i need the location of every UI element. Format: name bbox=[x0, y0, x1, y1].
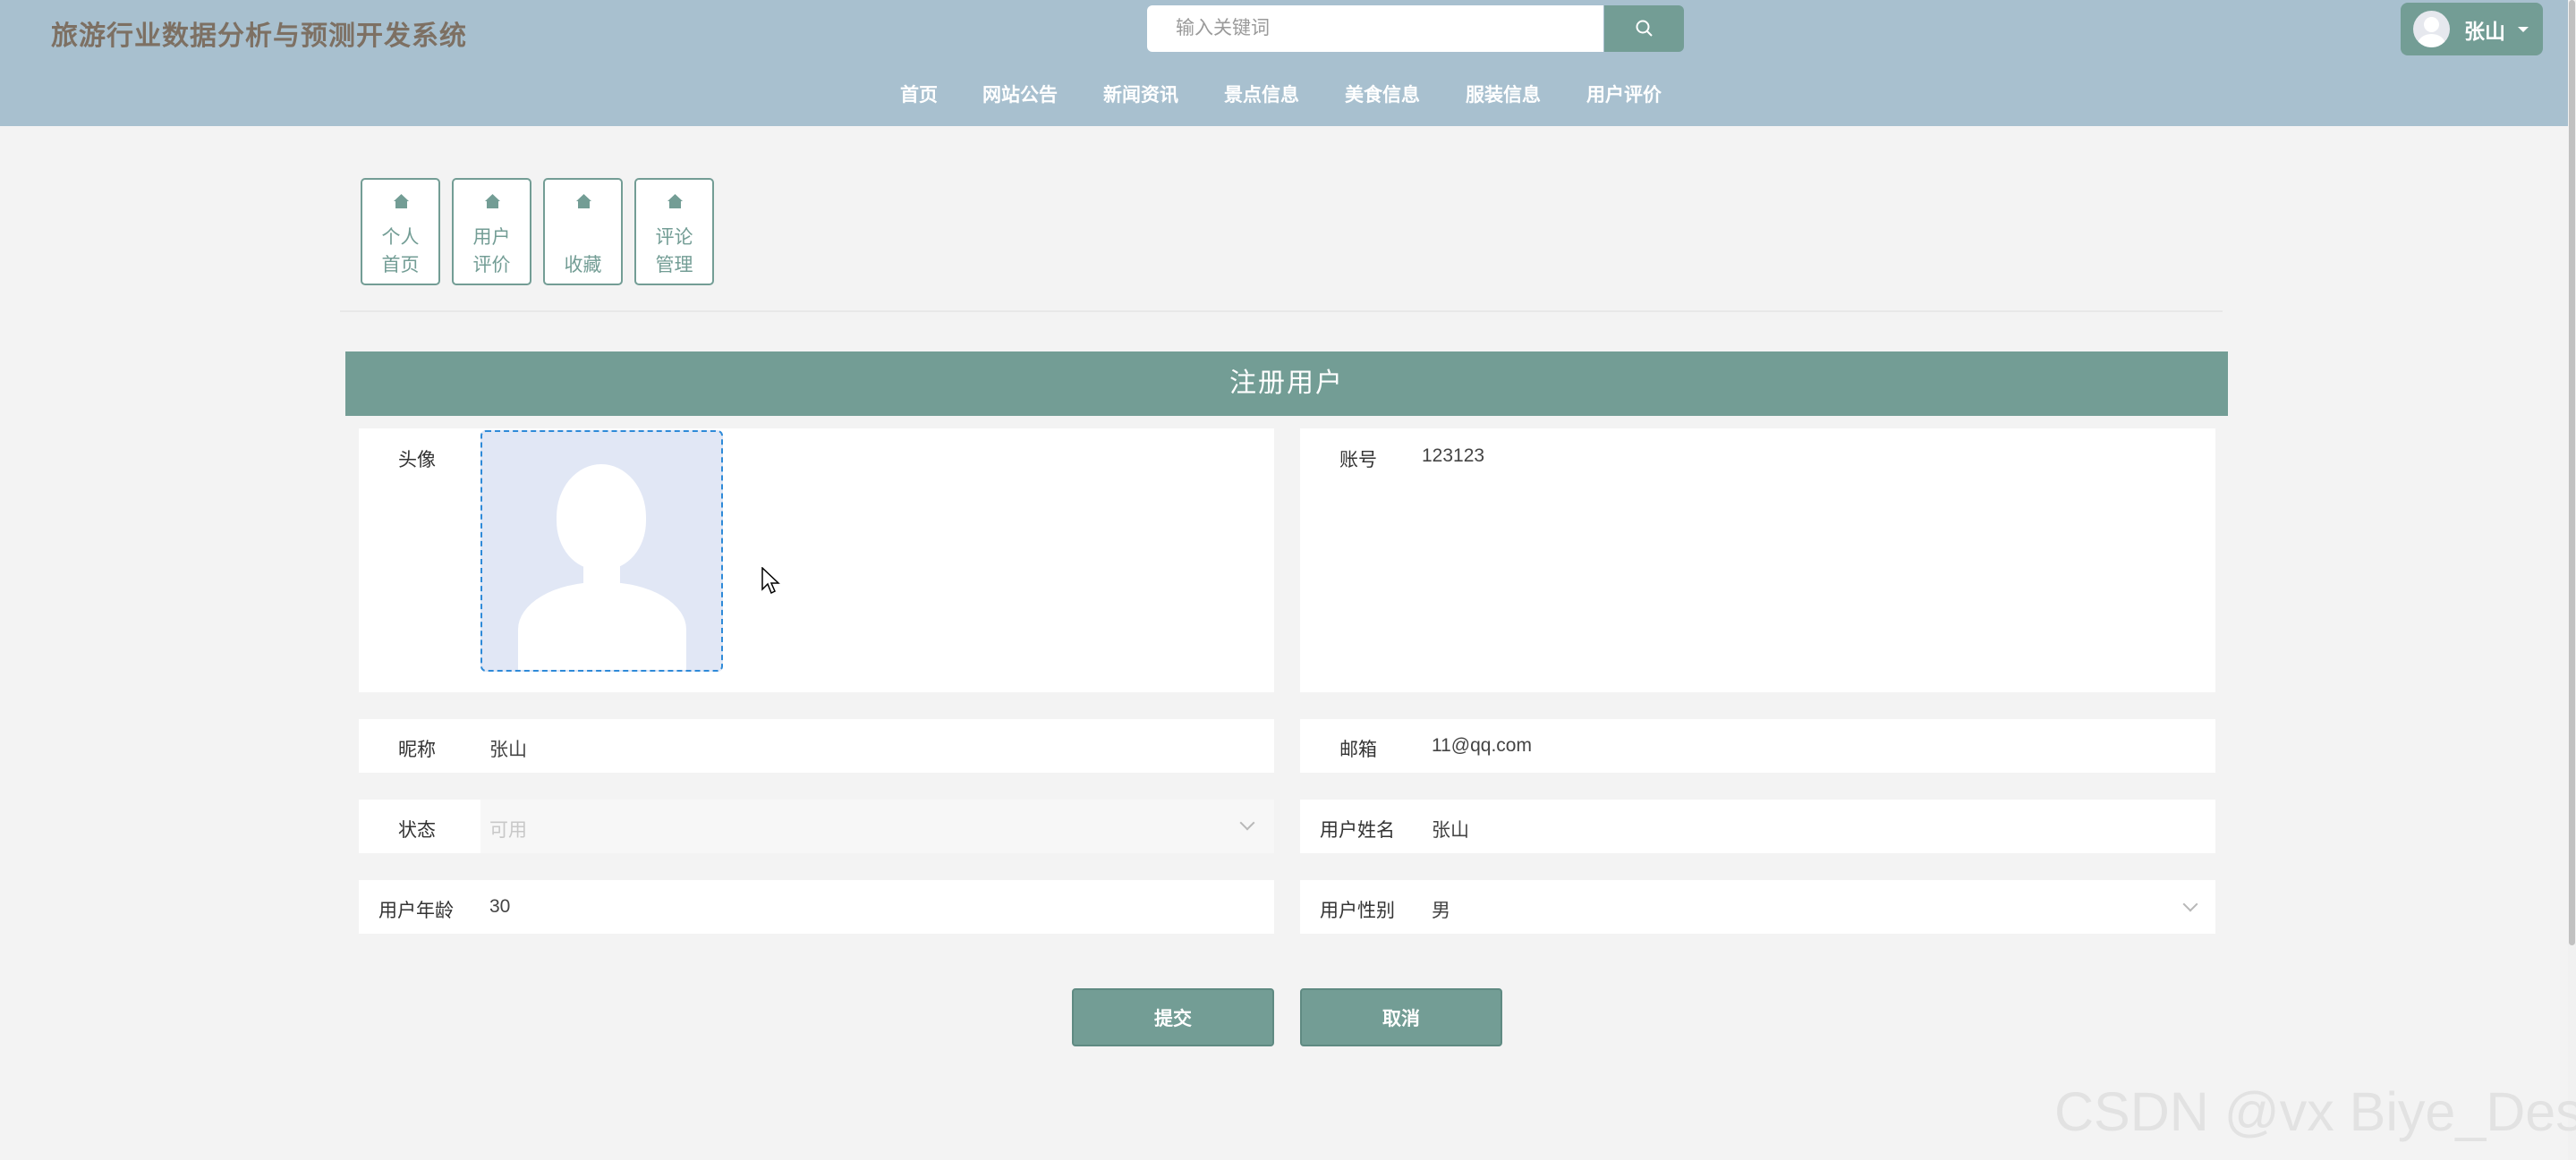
nav-attractions[interactable]: 景点信息 bbox=[1224, 80, 1299, 107]
status-value: 可用 bbox=[489, 820, 527, 841]
account-panel bbox=[1300, 428, 2215, 692]
tile-user-reviews[interactable]: 用户 评价 bbox=[452, 178, 531, 285]
age-label: 用户年龄 bbox=[378, 901, 454, 921]
gender-select[interactable]: 男 bbox=[1432, 896, 1450, 923]
realname-input[interactable]: 张山 bbox=[1432, 816, 1469, 842]
status-select[interactable]: 可用 bbox=[480, 800, 1274, 853]
home-icon bbox=[576, 194, 591, 208]
tile-label-line2: 管理 bbox=[655, 255, 693, 275]
chevron-down-icon bbox=[1239, 815, 1255, 831]
submit-button[interactable]: 提交 bbox=[1072, 988, 1274, 1046]
user-menu-button[interactable]: 张山 bbox=[2401, 3, 2543, 55]
nav-user-reviews[interactable]: 用户评价 bbox=[1586, 80, 1662, 107]
status-label: 状态 bbox=[398, 820, 436, 841]
nav-clothing[interactable]: 服装信息 bbox=[1466, 80, 1541, 107]
mouse-cursor-icon bbox=[761, 567, 780, 595]
gender-label: 用户性别 bbox=[1320, 901, 1395, 921]
nickname-label: 昵称 bbox=[398, 740, 436, 760]
tile-personal-home[interactable]: 个人 首页 bbox=[361, 178, 440, 285]
tile-label-line2: 收藏 bbox=[564, 255, 602, 275]
cancel-button[interactable]: 取消 bbox=[1300, 988, 1502, 1046]
nav-news[interactable]: 新闻资讯 bbox=[1103, 80, 1178, 107]
nickname-input[interactable]: 张山 bbox=[489, 735, 527, 762]
home-icon bbox=[667, 194, 683, 208]
user-name: 张山 bbox=[2464, 19, 2505, 43]
form-title: 注册用户 bbox=[345, 351, 2228, 416]
home-icon bbox=[394, 194, 409, 208]
age-input[interactable]: 30 bbox=[489, 896, 510, 918]
nav-announcements[interactable]: 网站公告 bbox=[982, 80, 1058, 107]
page-scrollbar[interactable] bbox=[2568, 0, 2576, 1160]
search-icon bbox=[1636, 20, 1653, 37]
nav-home[interactable]: 首页 bbox=[900, 80, 938, 107]
avatar-upload[interactable] bbox=[480, 430, 723, 672]
realname-label: 用户姓名 bbox=[1320, 820, 1395, 841]
tile-label-line2: 首页 bbox=[381, 255, 420, 275]
email-label: 邮箱 bbox=[1339, 740, 1377, 760]
avatar-label: 头像 bbox=[398, 450, 436, 470]
home-icon bbox=[485, 194, 500, 208]
tile-favorites[interactable]: 收藏 bbox=[543, 178, 623, 285]
site-title: 旅游行业数据分析与预测开发系统 bbox=[51, 21, 467, 51]
search-button[interactable] bbox=[1604, 5, 1684, 52]
watermark: CSDN @vx Biye_Design bbox=[2054, 1081, 2576, 1142]
top-header: 旅游行业数据分析与预测开发系统 输入关键词 张山 首页 网站公告 新闻资讯 景点… bbox=[0, 0, 2568, 126]
section-divider bbox=[340, 310, 2223, 312]
caret-down-icon bbox=[2518, 26, 2529, 32]
main-nav: 首页 网站公告 新闻资讯 景点信息 美食信息 服装信息 用户评价 bbox=[0, 80, 2568, 107]
tile-label-line1: 个人 bbox=[381, 227, 420, 248]
tile-comment-management[interactable]: 评论 管理 bbox=[634, 178, 714, 285]
email-input[interactable]: 11@qq.com bbox=[1432, 735, 1532, 757]
account-value: 123123 bbox=[1422, 445, 1485, 466]
tile-label-line1: 评论 bbox=[655, 227, 693, 248]
scrollbar-thumb[interactable] bbox=[2569, 0, 2575, 945]
tile-label-line2: 评价 bbox=[472, 255, 511, 275]
search-input[interactable]: 输入关键词 bbox=[1147, 5, 1603, 52]
user-avatar bbox=[2413, 11, 2450, 47]
nav-food[interactable]: 美食信息 bbox=[1345, 80, 1420, 107]
account-label: 账号 bbox=[1339, 450, 1377, 470]
tile-label-line1: 用户 bbox=[472, 227, 511, 248]
